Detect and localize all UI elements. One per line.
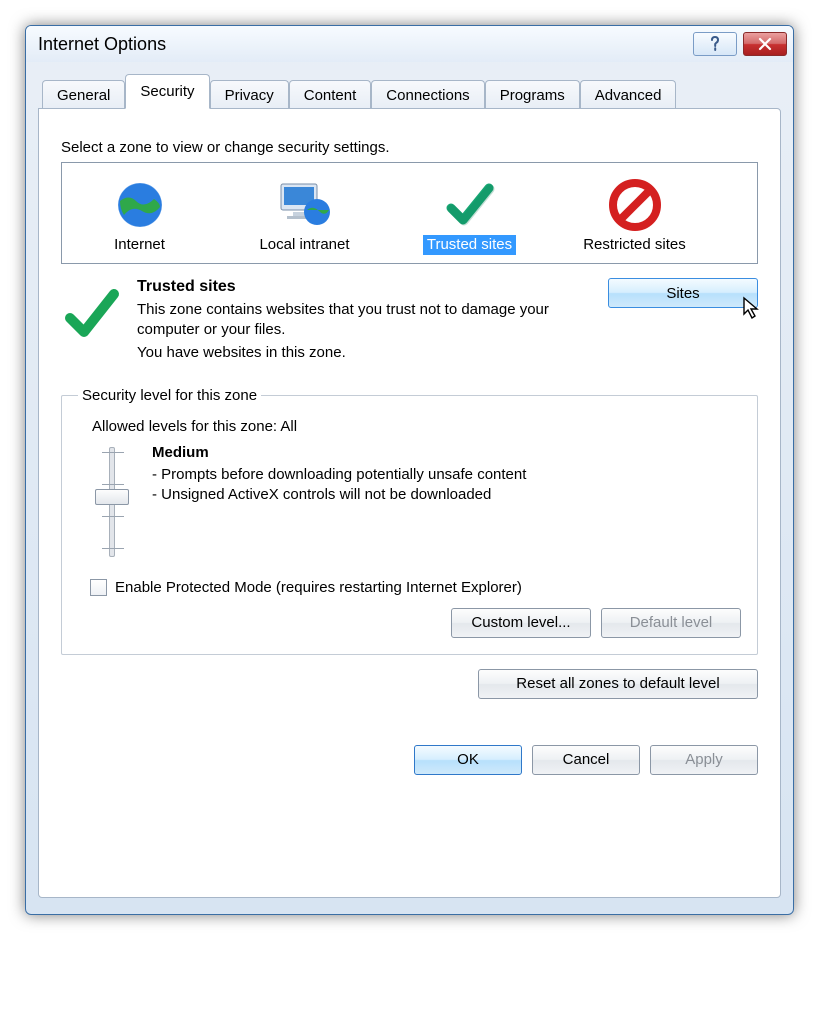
security-level-group: Security level for this zone Allowed lev… — [61, 387, 758, 655]
ok-button[interactable]: OK — [414, 745, 522, 775]
help-icon — [708, 36, 722, 52]
globe-icon — [114, 179, 166, 231]
zone-internet[interactable]: Internet — [62, 173, 217, 257]
zone-desc-text: This zone contains websites that you tru… — [137, 300, 594, 341]
level-bullet-1: - Prompts before downloading potentially… — [152, 465, 526, 485]
cancel-button[interactable]: Cancel — [532, 745, 640, 775]
tab-connections[interactable]: Connections — [371, 80, 484, 110]
titlebar: Internet Options — [26, 26, 793, 62]
close-button[interactable] — [743, 32, 787, 56]
window-title: Internet Options — [38, 34, 166, 55]
internet-options-dialog: Internet Options General Security Privac… — [25, 25, 794, 915]
intranet-icon — [275, 178, 335, 232]
security-level-legend: Security level for this zone — [78, 387, 261, 404]
dialog-footer: OK Cancel Apply — [61, 745, 758, 775]
zone-internet-label: Internet — [110, 235, 169, 255]
allowed-levels-text: Allowed levels for this zone: All — [92, 418, 741, 435]
zone-status-text: You have websites in this zone. — [137, 343, 594, 363]
protected-mode-label: Enable Protected Mode (requires restarti… — [115, 579, 522, 596]
zone-local-intranet-label: Local intranet — [255, 235, 353, 255]
tab-programs[interactable]: Programs — [485, 80, 580, 110]
reset-zones-button[interactable]: Reset all zones to default level — [478, 669, 758, 699]
zone-trusted-sites[interactable]: Trusted sites — [392, 173, 547, 257]
titlebar-buttons — [693, 32, 787, 56]
help-button[interactable] — [693, 32, 737, 56]
zone-restricted-sites[interactable]: Restricted sites — [557, 173, 712, 257]
tab-general[interactable]: General — [42, 80, 125, 110]
level-description: Medium - Prompts before downloading pote… — [152, 443, 526, 506]
tab-privacy[interactable]: Privacy — [210, 80, 289, 110]
zone-local-intranet[interactable]: Local intranet — [227, 173, 382, 257]
checkmark-large-icon — [62, 284, 122, 344]
default-level-button: Default level — [601, 608, 741, 638]
level-name: Medium — [152, 443, 526, 463]
security-panel: Select a zone to view or change security… — [38, 108, 781, 898]
client-area: General Security Privacy Content Connect… — [26, 62, 793, 914]
custom-level-button[interactable]: Custom level... — [451, 608, 591, 638]
tab-security[interactable]: Security — [125, 74, 209, 109]
zone-instruction: Select a zone to view or change security… — [61, 139, 758, 156]
tab-content[interactable]: Content — [289, 80, 372, 110]
apply-button: Apply — [650, 745, 758, 775]
no-entry-icon — [609, 179, 661, 231]
tab-strip: General Security Privacy Content Connect… — [38, 74, 781, 109]
level-bullet-2: - Unsigned ActiveX controls will not be … — [152, 485, 526, 505]
zone-heading: Trusted sites — [137, 278, 594, 296]
sites-button[interactable]: Sites — [608, 278, 758, 308]
protected-mode-checkbox[interactable] — [90, 579, 107, 596]
zone-description: Trusted sites This zone contains website… — [61, 278, 758, 365]
zone-restricted-sites-label: Restricted sites — [579, 235, 690, 255]
close-icon — [758, 37, 772, 51]
zone-list: Internet Local intranet — [61, 162, 758, 264]
zone-trusted-sites-label: Trusted sites — [423, 235, 516, 255]
tab-advanced[interactable]: Advanced — [580, 80, 677, 110]
security-level-slider[interactable] — [92, 443, 132, 563]
checkmark-icon — [443, 178, 497, 232]
